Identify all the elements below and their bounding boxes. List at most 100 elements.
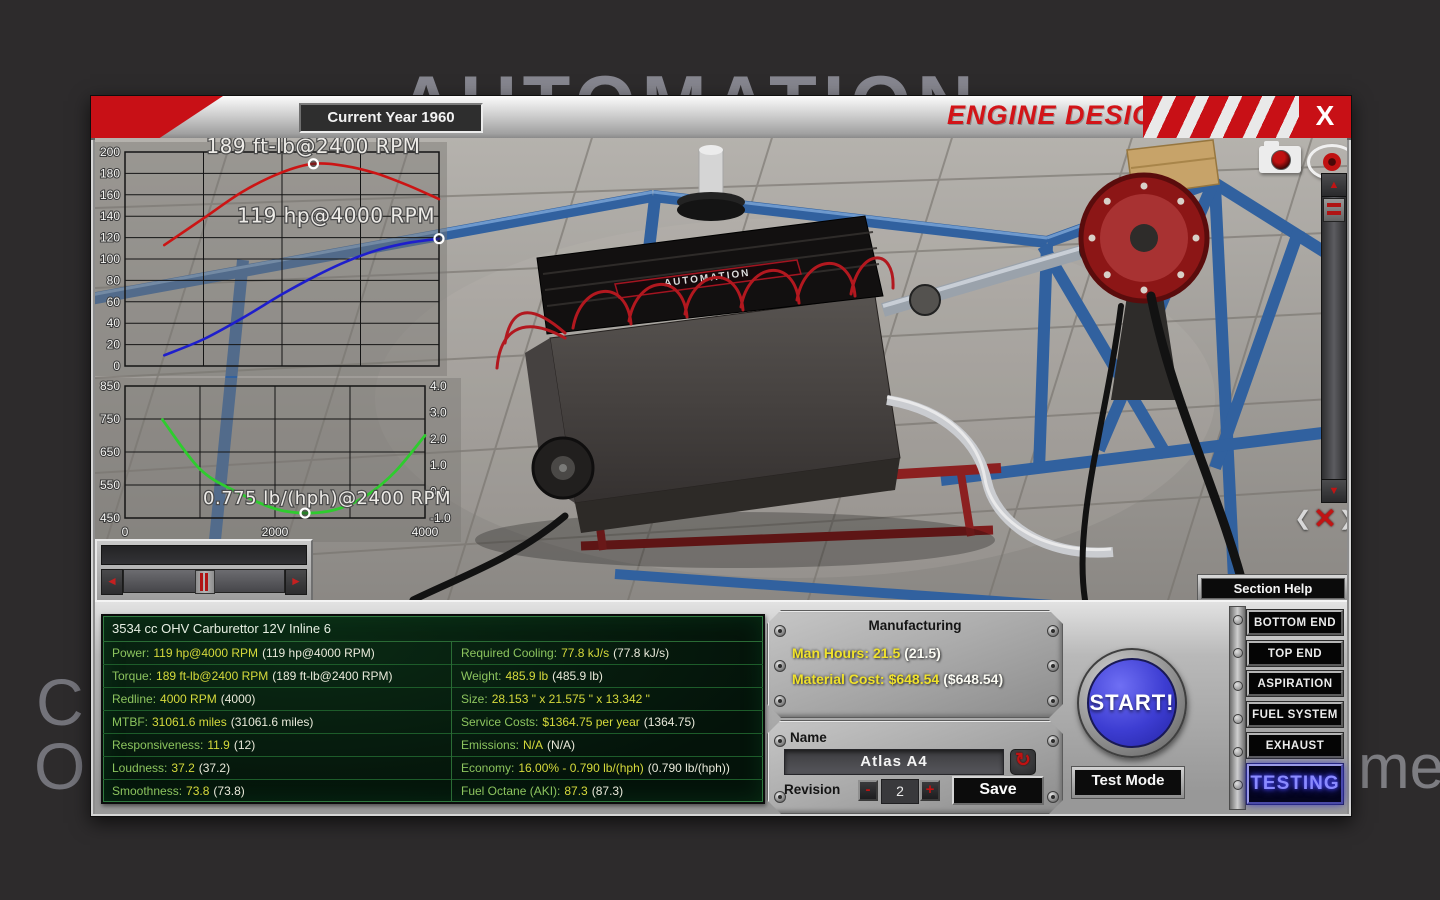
stats-column-right: Required Cooling:77.8 kJ/s(77.8 kJ/s)Wei… — [452, 642, 763, 802]
svg-text:0: 0 — [122, 525, 129, 539]
svg-text:80: 80 — [107, 273, 121, 287]
svg-text:450: 450 — [100, 511, 120, 525]
revision-decrement-button[interactable]: - — [858, 780, 878, 801]
manufacturing-paren: ($648.54) — [943, 671, 1003, 687]
svg-text:120: 120 — [100, 231, 120, 245]
h-scrollbar-track[interactable] — [123, 569, 285, 593]
svg-text:40: 40 — [107, 316, 121, 330]
stat-paren: (0.790 lb/(hph)) — [648, 761, 730, 775]
nav-fuel-system[interactable]: FUEL SYSTEM — [1247, 702, 1343, 727]
stat-label: Fuel Octane (AKI): — [461, 784, 560, 798]
stat-value: $1364.75 per year — [542, 715, 639, 729]
stat-label: Loudness: — [112, 761, 167, 775]
svg-text:2.0: 2.0 — [430, 432, 447, 446]
svg-text:850: 850 — [100, 379, 120, 393]
stat-value: 31061.6 miles — [152, 715, 227, 729]
screw-icon — [1047, 791, 1059, 803]
svg-text:2000: 2000 — [262, 525, 289, 539]
stat-value: 119 hp@4000 RPM — [153, 646, 258, 660]
screw-icon — [774, 660, 786, 672]
hinge-screw-icon — [1233, 747, 1243, 757]
stat-label: Torque: — [112, 669, 152, 683]
nav-bottom-end[interactable]: BOTTOM END — [1247, 610, 1343, 635]
engine-summary: 3534 cc OHV Carburettor 12V Inline 6 — [103, 616, 763, 642]
svg-text:140: 140 — [100, 209, 120, 223]
h-scrollbar-handle[interactable] — [195, 570, 215, 594]
view-reset-gizmo[interactable]: ❮ ✕ ❯ — [1299, 496, 1347, 540]
background-letter: me — [1358, 732, 1440, 803]
revision-increment-button[interactable]: + — [920, 780, 940, 801]
svg-text:-1.0: -1.0 — [430, 511, 451, 525]
stat-value: 28.153 " x 21.575 " x 13.342 " — [492, 692, 650, 706]
stat-label: Smoothness: — [112, 784, 182, 798]
reset-x-icon: ✕ — [1313, 502, 1336, 535]
nav-testing[interactable]: TESTING — [1247, 764, 1343, 804]
slider-up-button[interactable]: ▲ — [1322, 174, 1346, 197]
manufacturing-label: Material Cost: — [792, 671, 885, 687]
svg-text:4000: 4000 — [412, 525, 439, 539]
screenshot-camera-button[interactable] — [1259, 146, 1301, 173]
randomize-name-button[interactable]: ↻ — [1010, 749, 1036, 775]
hinge-screw-icon — [1233, 648, 1243, 658]
stat-value: 189 ft-lb@2400 RPM — [156, 669, 268, 683]
stat-row: Required Cooling:77.8 kJ/s(77.8 kJ/s) — [452, 642, 763, 665]
test-mode-button[interactable]: Test Mode — [1071, 766, 1185, 799]
svg-text:100: 100 — [100, 252, 120, 266]
title-bar: Current Year 1960 ENGINE DESIGN X — [91, 96, 1351, 140]
page-title: ENGINE DESIGN — [947, 100, 1175, 131]
stat-row: Weight:485.9 lb(485.9 lb) — [452, 665, 763, 688]
engine-stats-panel: 3534 cc OHV Carburettor 12V Inline 6 Pow… — [101, 614, 765, 804]
save-button[interactable]: Save — [952, 776, 1044, 805]
engine-3d-viewport[interactable]: AUTOMATION — [95, 138, 1347, 602]
stat-value: 37.2 — [171, 761, 194, 775]
chart-scroll-display — [101, 545, 307, 565]
camera-zoom-slider[interactable]: ▲ ▼ — [1321, 173, 1347, 503]
svg-text:20: 20 — [107, 338, 121, 352]
revision-value: 2 — [881, 779, 919, 804]
stat-row: Loudness:37.2(37.2) — [103, 757, 451, 780]
nav-exhaust[interactable]: EXHAUST — [1247, 733, 1343, 758]
manufacturing-title: Manufacturing — [768, 618, 1062, 633]
screw-icon — [1047, 695, 1059, 707]
stat-paren: (4000) — [221, 692, 256, 706]
camera-icon — [1271, 150, 1291, 170]
refresh-icon: ↻ — [1015, 750, 1031, 771]
revision-label: Revision — [784, 782, 840, 797]
hinge-screw-icon — [1233, 780, 1243, 790]
nav-aspiration[interactable]: ASPIRATION — [1247, 671, 1343, 696]
engine-name-input[interactable]: Atlas A4 — [784, 749, 1004, 775]
svg-text:189 ft-lb@2400 RPM: 189 ft-lb@2400 RPM — [206, 138, 420, 158]
slider-handle[interactable] — [1323, 198, 1345, 222]
screw-icon — [1047, 625, 1059, 637]
section-help-button[interactable]: Section Help — [1197, 574, 1347, 601]
screw-icon — [774, 625, 786, 637]
stat-row: Torque:189 ft-lb@2400 RPM(189 ft-lb@2400… — [103, 665, 451, 688]
stripe-decoration — [1143, 96, 1299, 138]
stat-value: 73.8 — [186, 784, 209, 798]
current-year-badge: Current Year 1960 — [299, 103, 483, 133]
nav-top-end[interactable]: TOP END — [1247, 641, 1343, 666]
svg-text:550: 550 — [100, 478, 120, 492]
name-panel: Name Atlas A4 ↻ Revision - 2 + Save — [767, 720, 1063, 814]
stat-value: 16.00% - 0.790 lb/(hph) — [518, 761, 643, 775]
screw-icon — [1047, 735, 1059, 747]
manufacturing-row: Material Cost:$648.54($648.54) — [792, 671, 1003, 687]
scroll-left-button[interactable]: ◄ — [101, 569, 123, 595]
screw-icon — [1047, 660, 1059, 672]
chevron-right-icon: ❯ — [1339, 506, 1347, 531]
stat-value: 485.9 lb — [505, 669, 548, 683]
close-button[interactable]: X — [1299, 96, 1351, 138]
svg-text:200: 200 — [100, 145, 120, 159]
stat-label: Emissions: — [461, 738, 519, 752]
power-torque-chart: 020406080100120140160180200189 ft-lb@240… — [95, 142, 447, 376]
stat-paren: (87.3) — [592, 784, 623, 798]
screw-icon — [774, 791, 786, 803]
stat-row: Size: 28.153 " x 21.575 " x 13.342 " — [452, 688, 763, 711]
stat-label: Size: — [461, 692, 488, 706]
start-test-button[interactable]: START! — [1077, 648, 1187, 758]
scroll-right-button[interactable]: ► — [285, 569, 307, 595]
stat-paren: (485.9 lb) — [552, 669, 603, 683]
stat-value: 87.3 — [564, 784, 587, 798]
stat-label: Redline: — [112, 692, 156, 706]
manufacturing-panel: Manufacturing Man Hours:21.5(21.5)Materi… — [767, 610, 1063, 718]
